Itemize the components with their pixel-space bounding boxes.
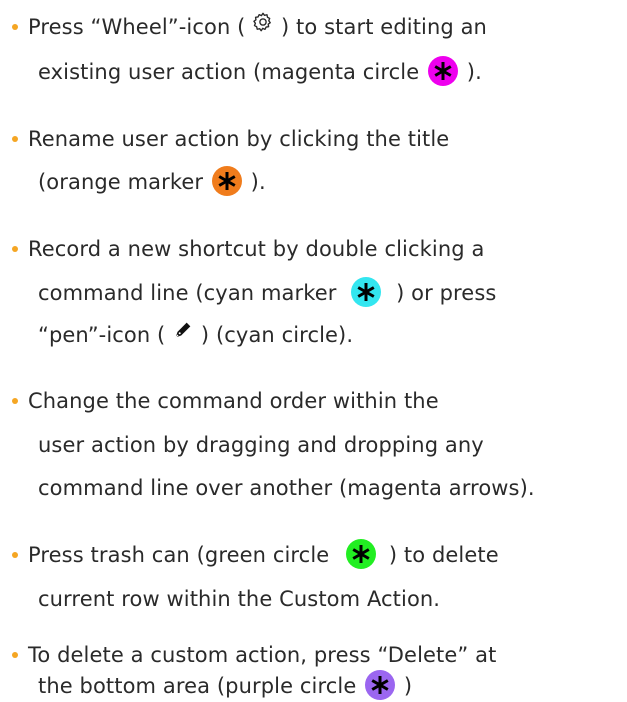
list-item-text: Record a new shortcut by double clicking…	[28, 237, 485, 261]
bullet-dot	[12, 136, 18, 142]
asterisk-icon	[434, 62, 452, 80]
green-marker	[346, 539, 377, 569]
bullet-dot	[12, 652, 18, 658]
asterisk-icon	[218, 172, 236, 190]
list-item-line: Press trash can (green circle ) to delet…	[28, 539, 499, 570]
list-item-text: ) or press	[389, 281, 497, 305]
list-item-line: Rename user action by clicking the title	[28, 124, 449, 154]
list-item-text: To delete a custom action, press “Delete…	[28, 643, 497, 667]
list-item-text: current row within the Custom Action.	[38, 587, 441, 611]
list-item-line: user action by dragging and dropping any	[38, 430, 484, 460]
list-item-text: Rename user action by clicking the title	[28, 127, 450, 151]
list-item-line: To delete a custom action, press “Delete…	[28, 640, 496, 670]
list-item-text: ) (cyan circle).	[194, 323, 354, 347]
cyan-marker	[351, 277, 382, 307]
asterisk-icon	[371, 676, 389, 694]
bullet-dot	[12, 552, 18, 558]
list-item-line: current row within the Custom Action.	[38, 584, 440, 614]
instruction-list: Press “Wheel”-icon ( ) to start editing …	[0, 0, 627, 701]
list-item-text: )	[397, 674, 413, 698]
list-item-text: (orange marker	[38, 170, 210, 194]
gear-icon	[252, 11, 274, 41]
list-item-text: Press trash can (green circle	[28, 543, 337, 567]
list-item-line: (orange marker ).	[38, 166, 266, 197]
list-item-text: ).	[460, 60, 482, 84]
list-item-text: command line (cyan marker	[38, 281, 344, 305]
bullet-dot	[12, 246, 18, 252]
list-item-line: “pen”-icon ( ) (cyan circle).	[38, 320, 353, 350]
list-item-line: Press “Wheel”-icon ( ) to start editing …	[28, 12, 487, 42]
list-item-text: ) to start editing an	[274, 15, 487, 39]
list-item-text: existing user action (magenta circle	[38, 60, 427, 84]
list-item-line: Change the command order within the	[28, 386, 439, 416]
list-item-line: Record a new shortcut by double clicking…	[28, 234, 484, 264]
list-item-text: ) to delete	[382, 543, 499, 567]
list-item-text: command line over another (magenta arrow…	[38, 476, 535, 500]
list-item-text: Press “Wheel”-icon (	[28, 15, 253, 39]
list-item-line: existing user action (magenta circle ).	[38, 56, 482, 87]
list-item-line: command line (cyan marker ) or press	[38, 277, 497, 308]
pen-icon	[172, 319, 194, 349]
bullet-dot	[12, 24, 18, 30]
list-item-text: the bottom area (purple circle	[38, 674, 364, 698]
list-item-line: the bottom area (purple circle )	[38, 670, 413, 701]
asterisk-icon	[352, 545, 370, 563]
orange-marker	[211, 166, 242, 196]
bullet-dot	[12, 398, 18, 404]
list-item-text: ).	[243, 170, 266, 194]
asterisk-icon	[357, 283, 375, 301]
purple-marker	[365, 670, 396, 700]
magenta-marker	[428, 56, 459, 86]
list-item-line: command line over another (magenta arrow…	[38, 473, 535, 503]
list-item-text: “pen”-icon (	[38, 323, 173, 347]
list-item-text: user action by dragging and dropping any	[38, 433, 484, 457]
list-item-text: Change the command order within the	[28, 389, 439, 413]
